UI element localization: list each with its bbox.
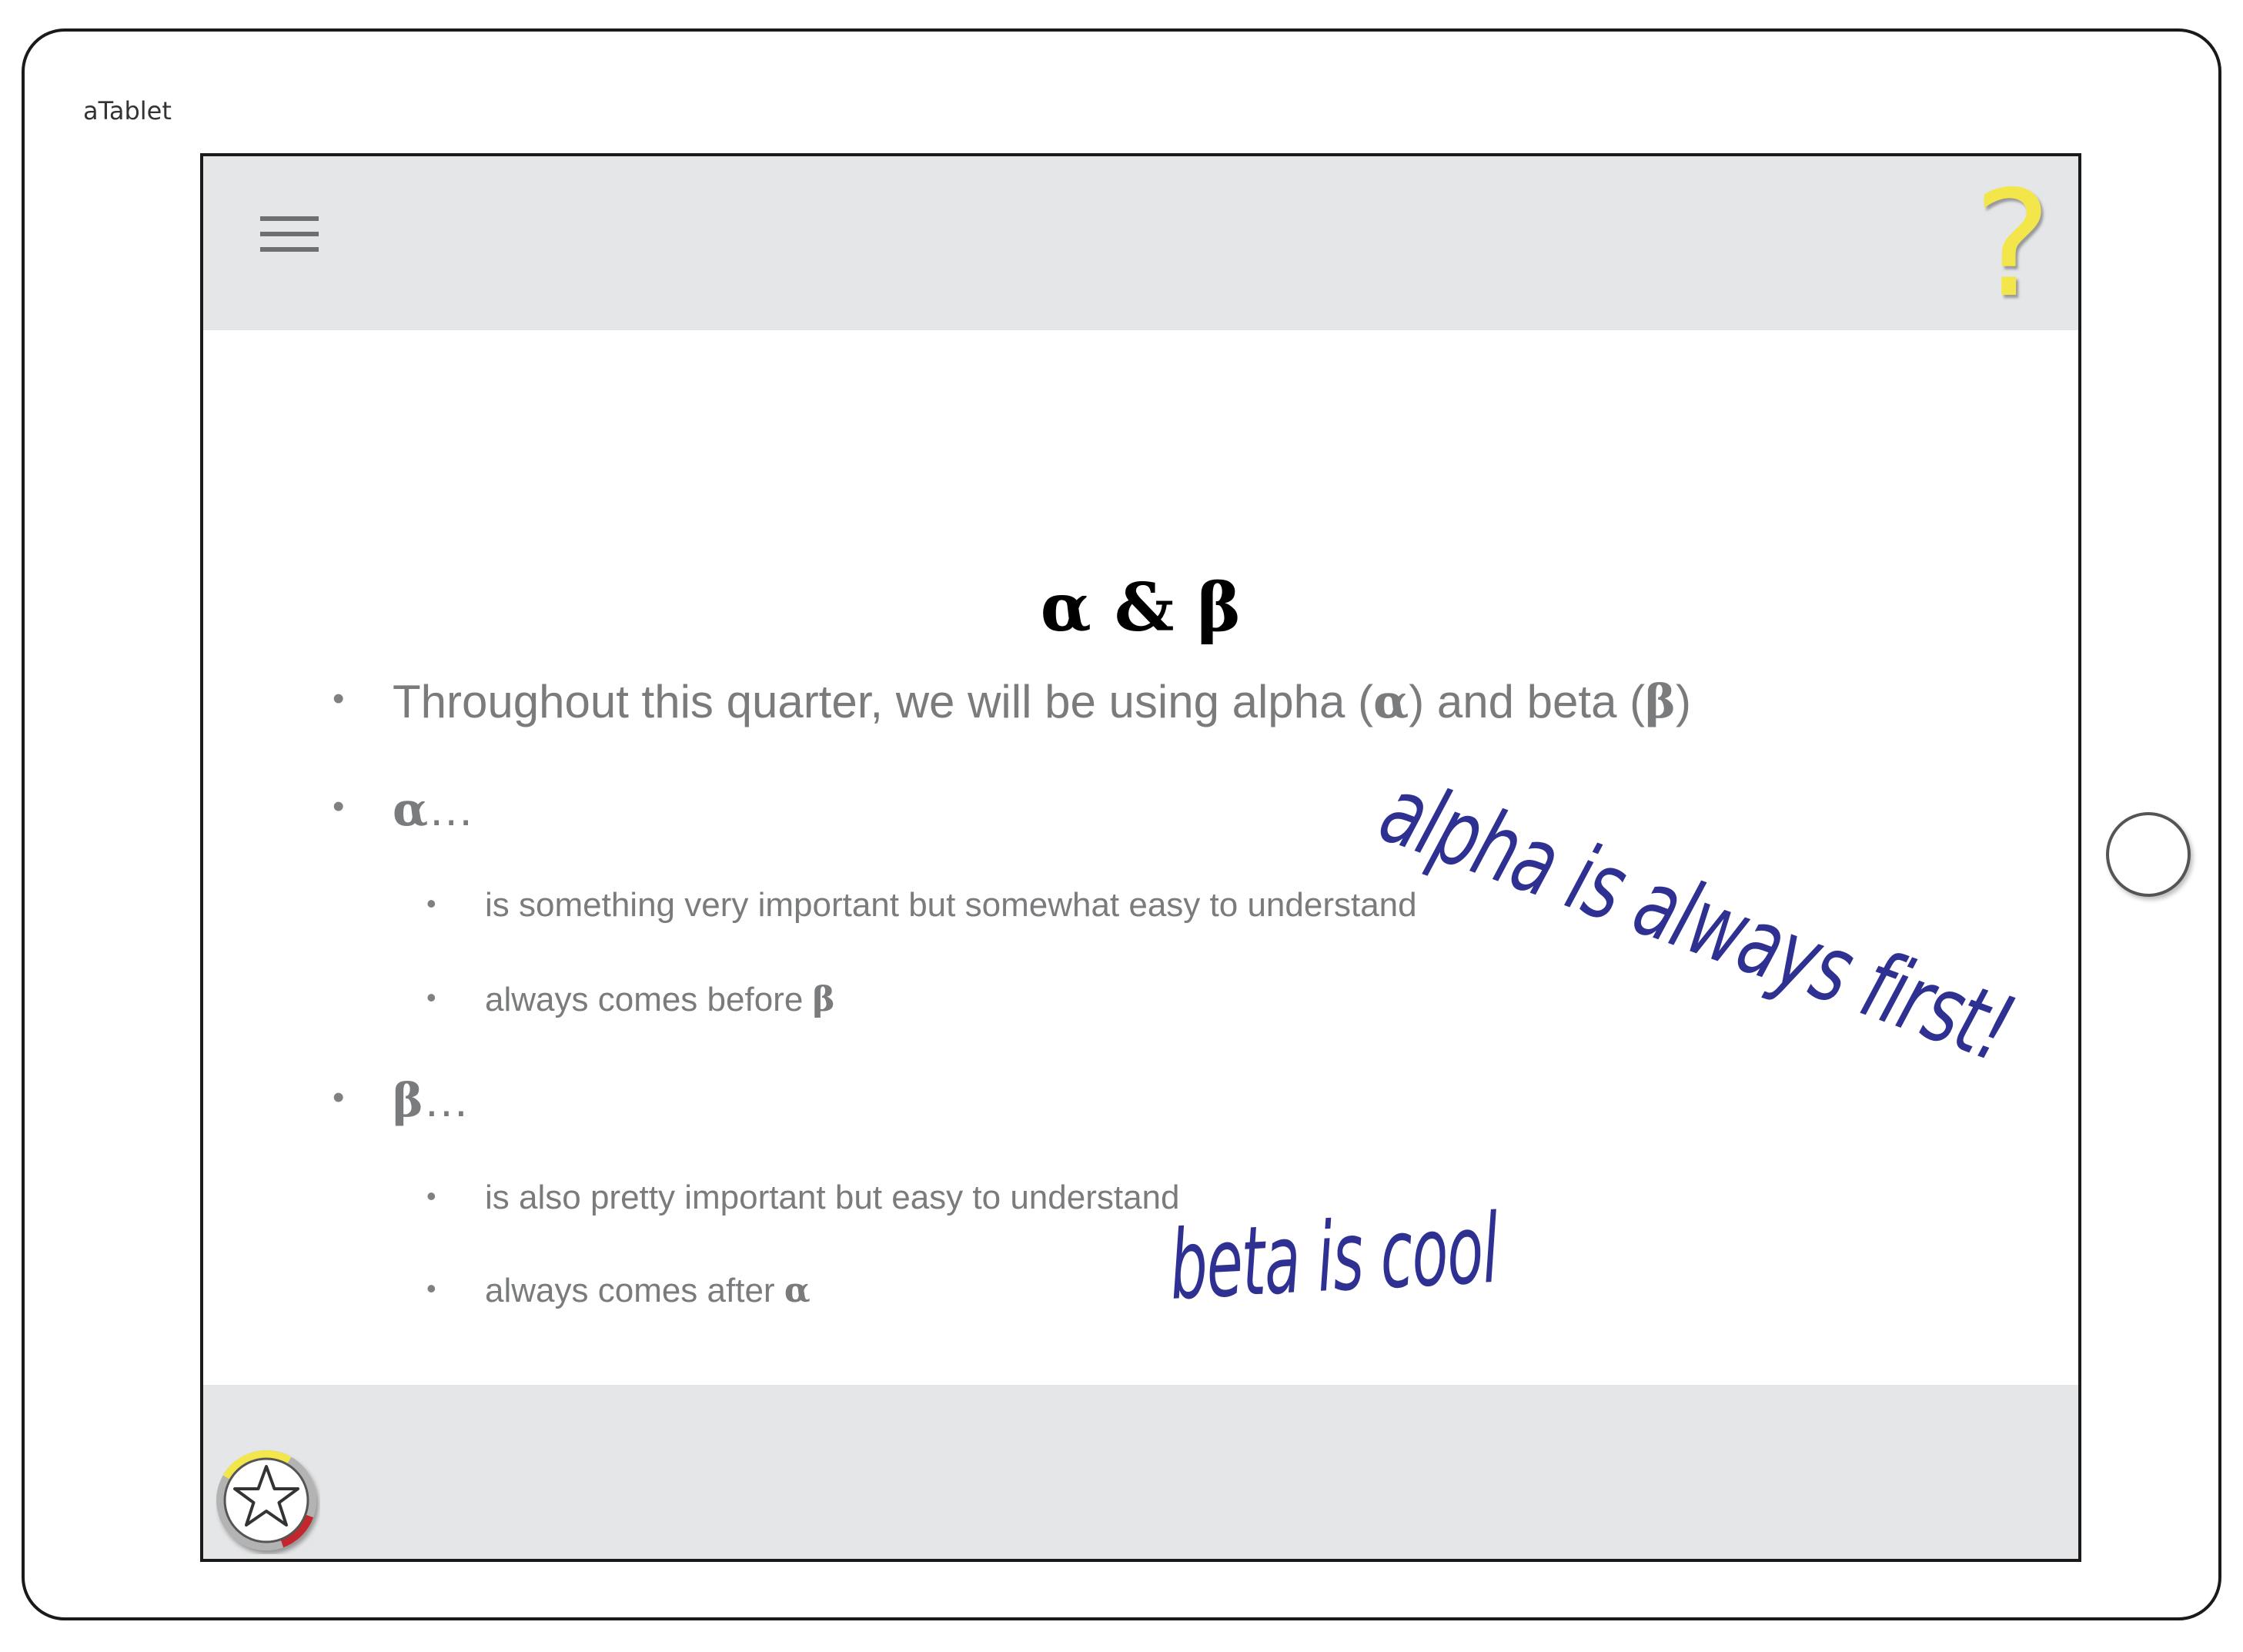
bullet-dot: • bbox=[426, 888, 436, 919]
bullet-2: • α… bbox=[333, 783, 475, 837]
bullet-dot: • bbox=[333, 1078, 345, 1116]
bullet-3-greek: β bbox=[393, 1074, 423, 1128]
home-button[interactable] bbox=[2106, 812, 2191, 897]
top-bar: ? bbox=[203, 156, 2078, 330]
tablet-frame: aTablet ? α & β • Throughout this quarte… bbox=[22, 28, 2221, 1620]
star-rating-widget[interactable] bbox=[216, 1450, 320, 1554]
slide-title: α & β bbox=[1040, 569, 1242, 647]
bullet-dot: • bbox=[426, 982, 436, 1013]
bullet-2-sub-2-text: always comes before bbox=[485, 981, 813, 1018]
hamburger-menu-icon[interactable] bbox=[260, 216, 319, 256]
bullet-dot: • bbox=[333, 788, 345, 825]
device-label: aTablet bbox=[83, 96, 172, 125]
bullet-1-text-middle: ) and beta ( bbox=[1409, 676, 1646, 727]
beta-handwritten-note: beta is cool bbox=[1167, 1193, 1501, 1322]
bullet-dot: • bbox=[426, 1180, 436, 1212]
bullet-3-sub-2-greek: α bbox=[784, 1271, 811, 1310]
bullet-3-sub-2-text: always comes after bbox=[485, 1272, 784, 1309]
tablet-screen: ? α & β • Throughout this quarter, we wi… bbox=[200, 153, 2081, 1562]
bullet-dot: • bbox=[426, 1272, 436, 1304]
bullet-1-greek-beta: β bbox=[1645, 675, 1676, 729]
bullet-3: • β… bbox=[333, 1074, 470, 1128]
bullet-1-text-before: Throughout this quarter, we will be usin… bbox=[393, 676, 1374, 727]
bullet-1-greek-alpha: α bbox=[1373, 675, 1409, 729]
bullet-1-text-after: ) bbox=[1675, 676, 1691, 727]
bullet-2-sub-2: • always comes before β bbox=[426, 980, 835, 1019]
bullet-2-sub-2-greek: β bbox=[812, 980, 835, 1019]
bullet-dot: • bbox=[333, 680, 345, 717]
alpha-handwritten-note: alpha is always first! bbox=[1367, 757, 2026, 1084]
bullet-3-sub-1: • is also pretty important but easy to u… bbox=[426, 1179, 1180, 1217]
bullet-2-greek: α bbox=[393, 783, 429, 837]
bullet-2-sub-1-text: is something very important but somewhat… bbox=[485, 886, 1417, 924]
bullet-2-ellipsis: … bbox=[428, 784, 475, 835]
bottom-bar bbox=[203, 1385, 2078, 1559]
bullet-2-sub-1: • is something very important but somewh… bbox=[426, 886, 1417, 925]
bullet-1: • Throughout this quarter, we will be us… bbox=[333, 675, 1691, 729]
bullet-3-ellipsis: … bbox=[423, 1075, 470, 1126]
help-question-icon[interactable]: ? bbox=[1974, 172, 2051, 318]
bullet-3-sub-1-text: is also pretty important but easy to und… bbox=[485, 1179, 1180, 1216]
bullet-3-sub-2: • always comes after α bbox=[426, 1271, 811, 1310]
